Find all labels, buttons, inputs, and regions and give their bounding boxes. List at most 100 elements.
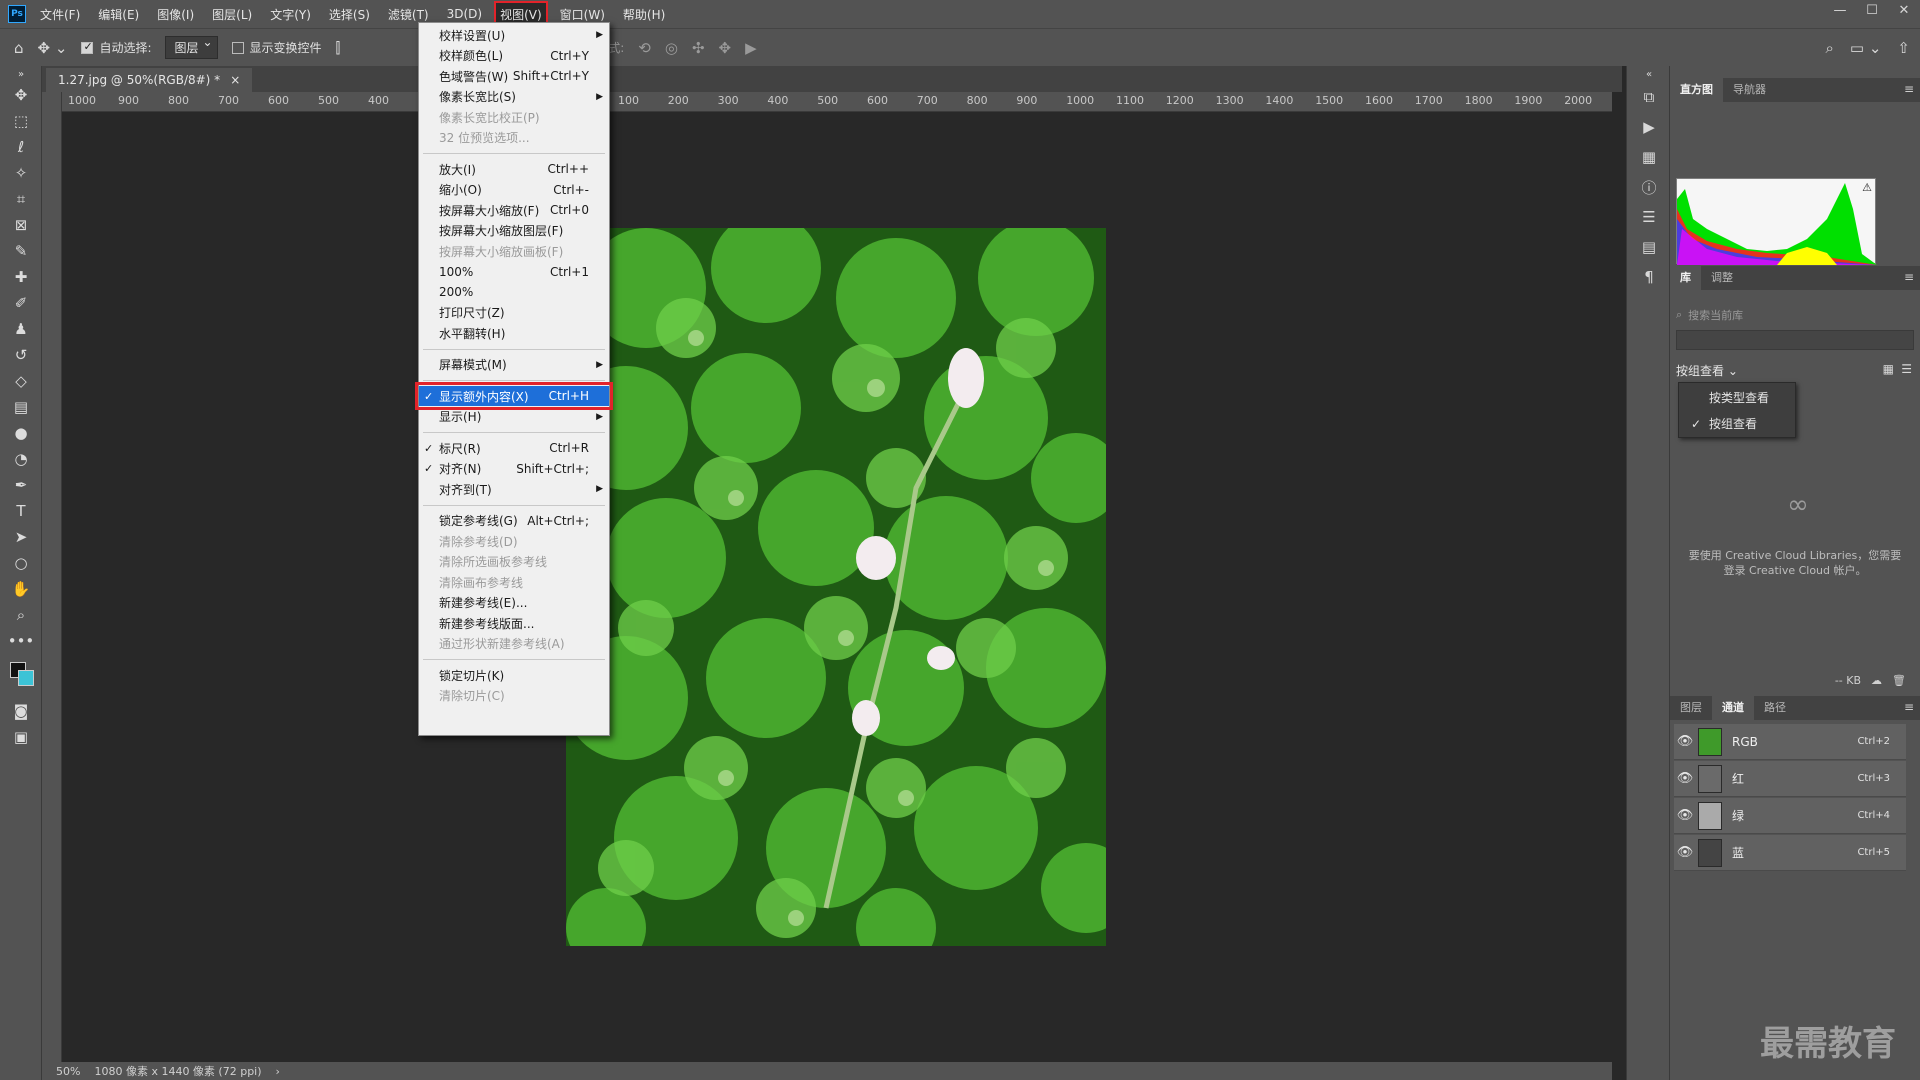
tab-layers[interactable]: 图层 [1670, 696, 1712, 720]
view-menu-item[interactable]: 按屏幕大小缩放(F) Ctrl+0 [419, 200, 609, 220]
vertical-ruler[interactable] [42, 92, 62, 1062]
grid-view-icon[interactable]: ▦ [1883, 362, 1894, 376]
channel-row-red[interactable]: 👁 红 Ctrl+3 [1674, 761, 1906, 797]
share-icon[interactable]: ⇧ [1897, 39, 1910, 57]
path-selection-tool-icon[interactable]: ➤ [0, 524, 42, 550]
view-menu-item[interactable]: 校样设置(U) ▶ [419, 25, 609, 45]
view-menu-item[interactable]: ✓ 显示额外内容(X) Ctrl+H [415, 382, 613, 410]
3d-roll-icon[interactable]: ◎ [665, 39, 678, 57]
ellipse-tool-icon[interactable]: ○ [0, 550, 42, 576]
properties-panel-icon[interactable]: ▦ [1627, 142, 1671, 172]
view-menu-item[interactable]: 色域警告(W) Shift+Ctrl+Y [419, 66, 609, 86]
view-menu-item[interactable]: 锁定切片(K) [419, 665, 609, 685]
tab-libraries[interactable]: 库 [1670, 266, 1701, 290]
visibility-eye-icon[interactable]: 👁 [1674, 771, 1696, 786]
frame-tool-icon[interactable]: ⊠ [0, 212, 42, 238]
hand-tool-icon[interactable]: ✋ [0, 576, 42, 602]
move-tool-icon[interactable]: ✥ ⌄ [38, 39, 68, 57]
view-menu-item[interactable]: 打印尺寸(Z) [419, 303, 609, 323]
view-menu-item[interactable]: 缩小(O) Ctrl+- [419, 180, 609, 200]
align-icon[interactable]: ⫿ [336, 39, 341, 57]
visibility-eye-icon[interactable]: 👁 [1674, 808, 1696, 823]
view-menu-item[interactable]: 按屏幕大小缩放图层(F) [419, 221, 609, 241]
zoom-level[interactable]: 50% [56, 1065, 80, 1078]
tab-channels[interactable]: 通道 [1712, 696, 1754, 720]
library-search-input[interactable]: 搜索当前库 [1688, 307, 1743, 323]
popup-item-by-group[interactable]: ✓ 按组查看 [1679, 411, 1795, 437]
view-menu-item[interactable]: 放大(I) Ctrl++ [419, 159, 609, 179]
status-menu-arrow[interactable]: › [276, 1065, 280, 1078]
view-menu-item[interactable]: 校样颜色(L) Ctrl+Y [419, 46, 609, 66]
channel-row-green[interactable]: 👁 绿 Ctrl+4 [1674, 798, 1906, 834]
adjustments-panel-icon[interactable]: ☰ [1627, 202, 1671, 232]
view-menu-item[interactable]: 水平翻转(H) [419, 323, 609, 343]
dodge-tool-icon[interactable]: ◔ [0, 446, 42, 472]
tab-histogram[interactable]: 直方图 [1670, 78, 1723, 102]
history-panel-icon[interactable]: ⧉ [1627, 82, 1671, 112]
horizontal-ruler[interactable]: 1000 900 800 700 600 500 400 100 200 300 400 500 600… [62, 92, 1612, 112]
tab-adjustments[interactable]: 调整 [1701, 266, 1743, 290]
view-menu-item[interactable]: 200% [419, 282, 609, 302]
3d-orbit-icon[interactable]: ⟲ [638, 39, 651, 57]
cloud-sync-icon[interactable]: ☁ [1871, 674, 1882, 687]
actions-panel-icon[interactable]: ▶ [1627, 112, 1671, 142]
menu-help[interactable]: 帮助(H) [619, 3, 669, 26]
swatches-panel-icon[interactable]: ▤ [1627, 232, 1671, 262]
view-menu-item[interactable]: 100% Ctrl+1 [419, 262, 609, 282]
magic-wand-tool-icon[interactable]: ✧ [0, 160, 42, 186]
move-tool-icon[interactable]: ✥ [0, 82, 42, 108]
view-menu-item[interactable]: ✓ 对齐(N) Shift+Ctrl+; [419, 459, 609, 479]
3d-slide-icon[interactable]: ✥ [719, 39, 732, 57]
layer-select-dropdown[interactable]: 图层 [165, 35, 218, 59]
menu-type[interactable]: 文字(Y) [266, 3, 315, 26]
view-menu-item[interactable]: 屏幕模式(M) ▶ [419, 355, 609, 375]
view-menu-item[interactable]: 新建参考线(E)... [419, 593, 609, 613]
library-select-dropdown[interactable] [1676, 330, 1914, 350]
healing-brush-tool-icon[interactable]: ✚ [0, 264, 42, 290]
view-menu-item[interactable]: 新建参考线版面... [419, 613, 609, 633]
history-brush-tool-icon[interactable]: ↺ [0, 342, 42, 368]
info-panel-icon[interactable]: ⓘ [1627, 172, 1671, 202]
3d-pan-icon[interactable]: ✣ [692, 39, 705, 57]
eyedropper-tool-icon[interactable]: ✎ [0, 238, 42, 264]
tab-navigator[interactable]: 导航器 [1723, 78, 1776, 102]
visibility-eye-icon[interactable]: 👁 [1674, 734, 1696, 749]
crop-tool-icon[interactable]: ⌗ [0, 186, 42, 212]
3d-camera-icon[interactable]: ▶ [745, 39, 757, 57]
color-swatches[interactable] [0, 654, 42, 698]
collapse-toolbar-icon[interactable]: » [0, 66, 42, 82]
collapse-panels-icon[interactable]: « [1627, 66, 1671, 82]
view-menu-item[interactable]: ✓ 标尺(R) Ctrl+R [419, 438, 609, 458]
show-transform-option[interactable]: 显示变换控件 [231, 39, 322, 56]
auto-select-option[interactable]: 自动选择: [81, 39, 151, 56]
auto-select-checkbox[interactable] [81, 40, 94, 54]
minimize-icon[interactable]: — [1824, 0, 1856, 22]
warning-icon[interactable]: ⚠ [1862, 181, 1872, 194]
panel-menu-icon[interactable]: ≡ [1904, 270, 1914, 284]
panel-menu-icon[interactable]: ≡ [1904, 700, 1914, 714]
background-color-swatch[interactable] [18, 670, 34, 686]
quick-mask-icon[interactable]: ◙ [0, 698, 42, 724]
edit-toolbar-icon[interactable]: ••• [0, 628, 42, 654]
menu-file[interactable]: 文件(F) [36, 3, 84, 26]
clone-stamp-tool-icon[interactable]: ♟ [0, 316, 42, 342]
menu-image[interactable]: 图像(I) [153, 3, 198, 26]
workspace-icon[interactable]: ▭ ⌄ [1850, 39, 1882, 57]
library-search[interactable]: ⌕ 搜索当前库 [1676, 306, 1914, 324]
search-icon[interactable]: ⌕ [1826, 39, 1834, 57]
panel-menu-icon[interactable]: ≡ [1904, 82, 1914, 96]
pen-tool-icon[interactable]: ✒ [0, 472, 42, 498]
view-menu-item[interactable]: 显示(H) ▶ [419, 407, 609, 427]
tab-paths[interactable]: 路径 [1754, 696, 1796, 720]
channel-row-rgb[interactable]: 👁 RGB Ctrl+2 [1674, 724, 1906, 760]
paragraph-panel-icon[interactable]: ¶ [1627, 262, 1671, 292]
marquee-tool-icon[interactable]: ⬚ [0, 108, 42, 134]
view-menu-item[interactable]: 锁定参考线(G) Alt+Ctrl+; [419, 511, 609, 531]
clover-photo-image[interactable] [566, 228, 1106, 946]
group-view-dropdown[interactable]: 按组查看 ⌄ [1676, 362, 1738, 379]
visibility-eye-icon[interactable]: 👁 [1674, 845, 1696, 860]
menu-edit[interactable]: 编辑(E) [94, 3, 143, 26]
eraser-tool-icon[interactable]: ◇ [0, 368, 42, 394]
gradient-tool-icon[interactable]: ▤ [0, 394, 42, 420]
close-icon[interactable]: ✕ [1888, 0, 1920, 22]
